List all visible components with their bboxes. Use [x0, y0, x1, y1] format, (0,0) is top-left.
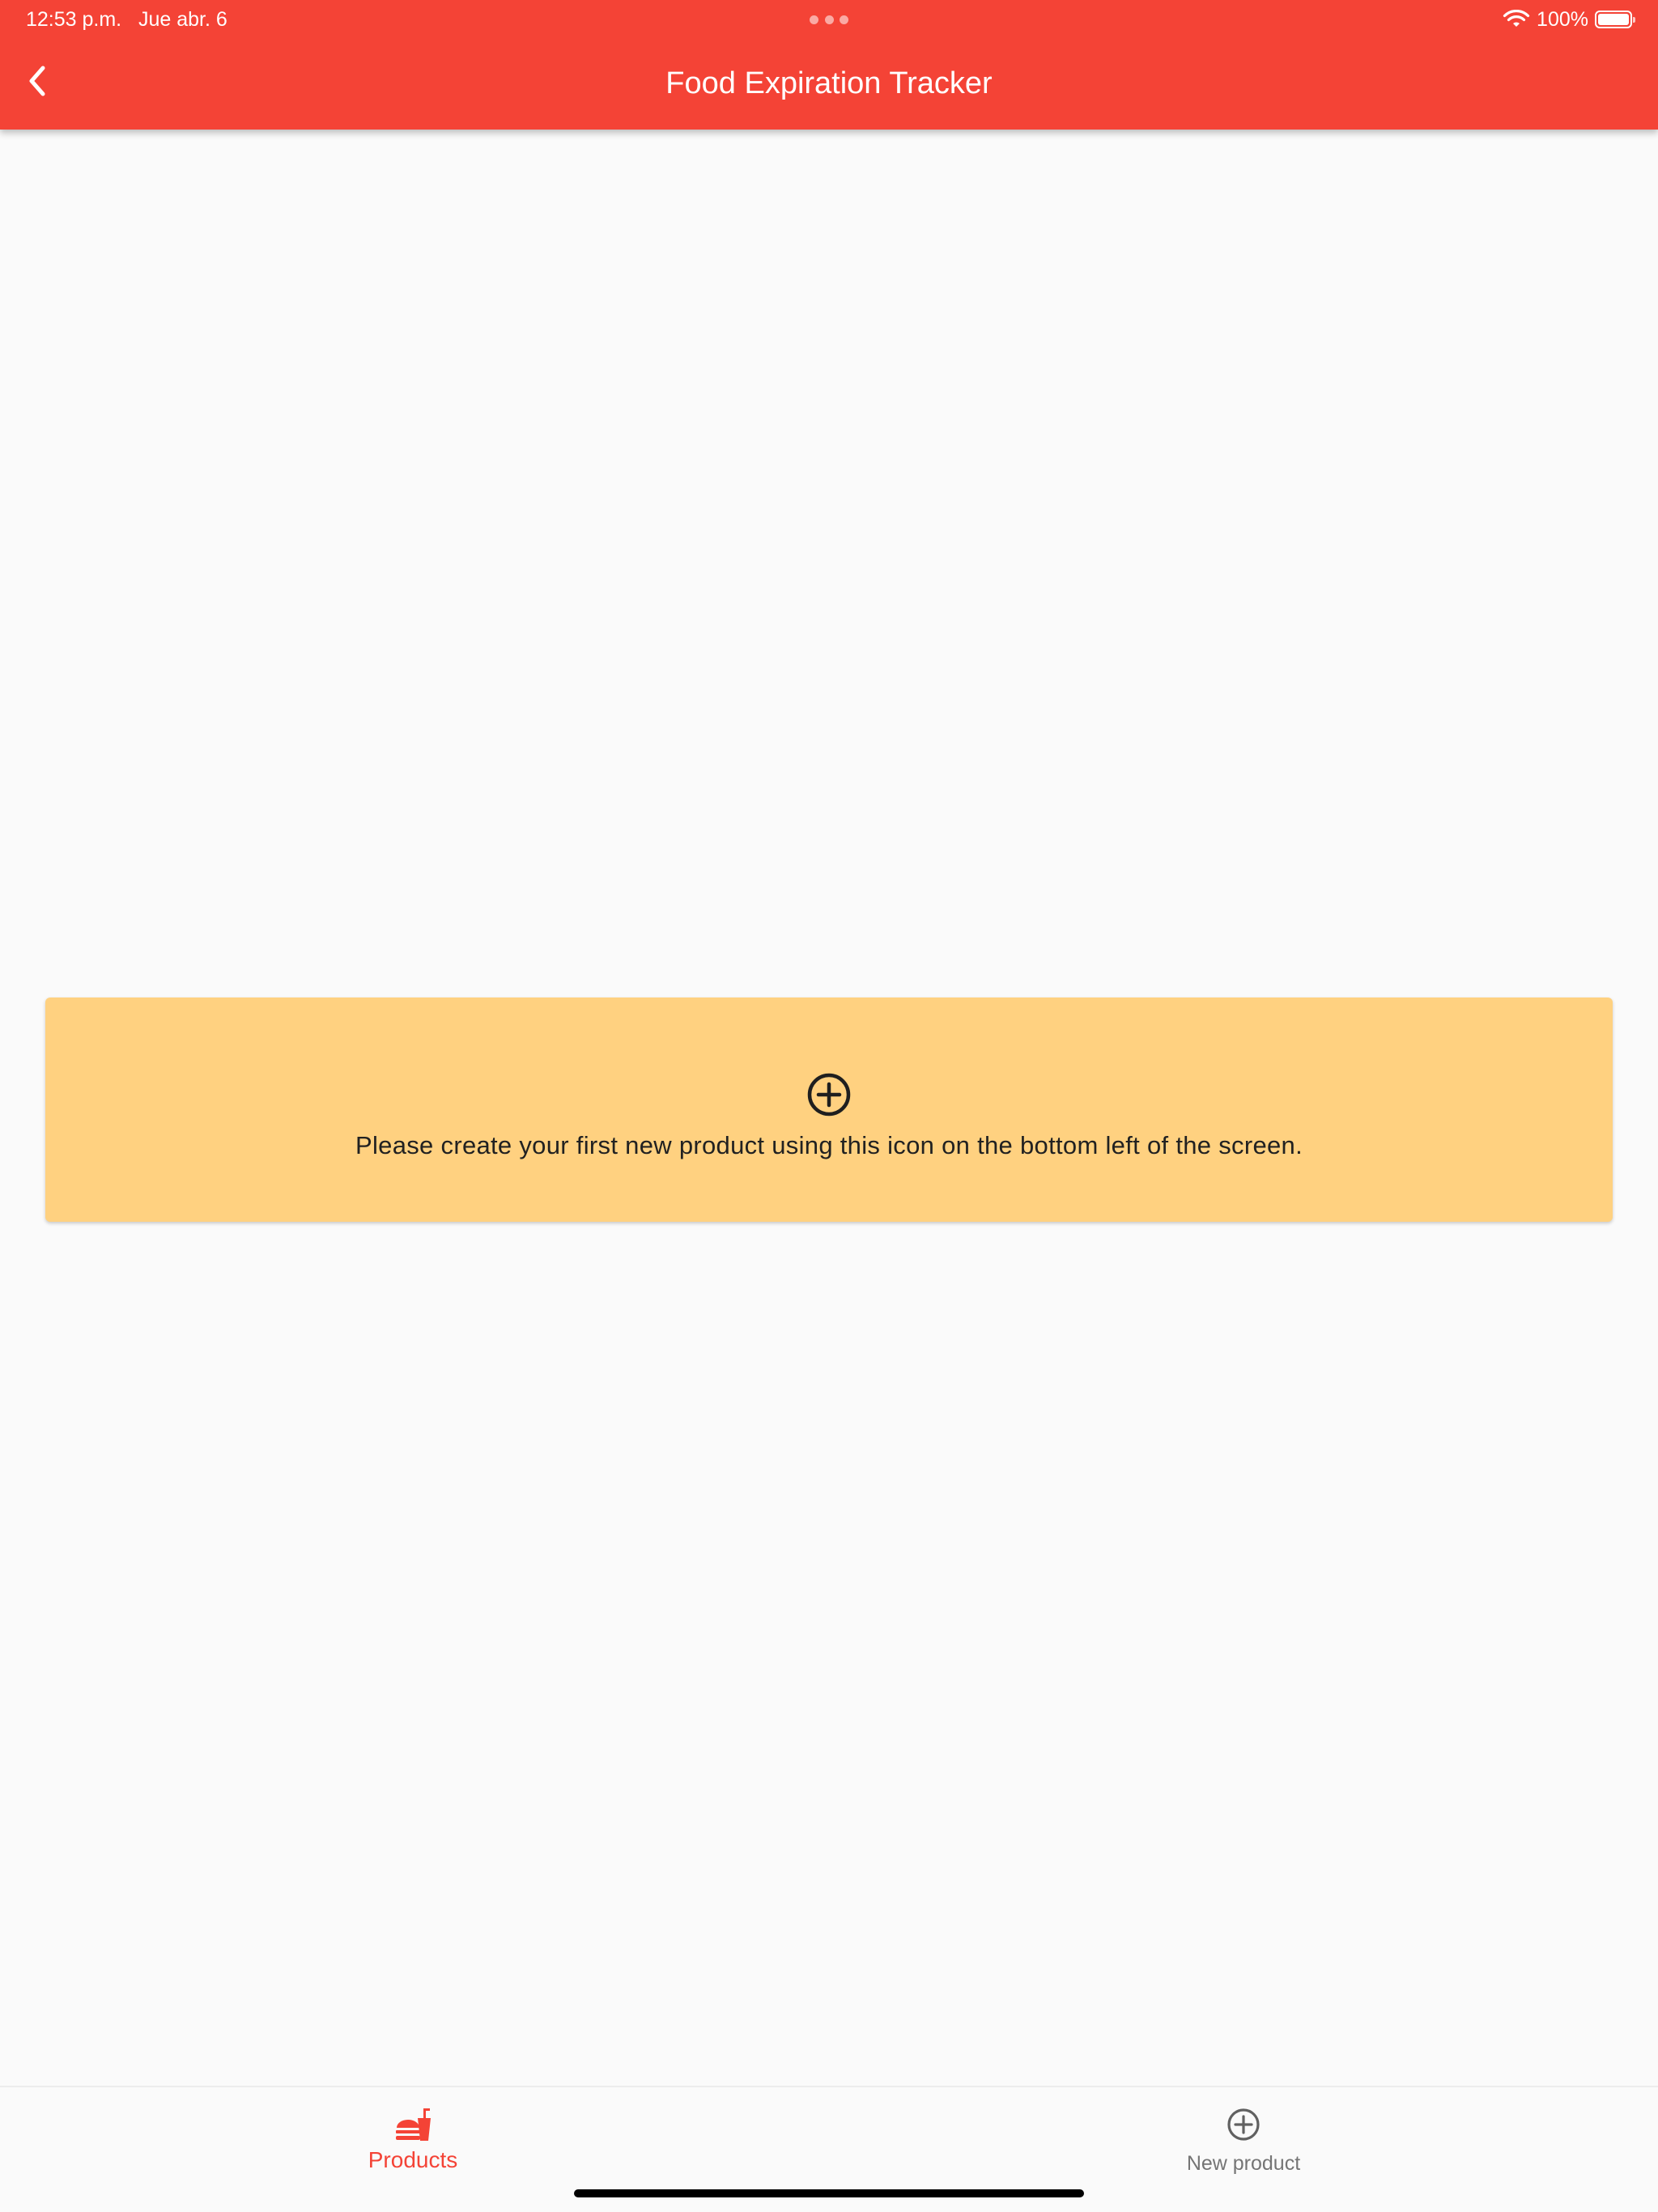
battery-percentage: 100% [1537, 7, 1588, 31]
empty-state-card: Please create your first new product usi… [45, 998, 1613, 1222]
add-circle-icon [1227, 2108, 1260, 2141]
wifi-icon [1503, 10, 1530, 27]
status-indicators: 100% [1503, 5, 1635, 34]
multitasking-dots-icon[interactable] [810, 11, 848, 28]
status-time: 12:53 p.m. Jue abr. 6 [26, 8, 227, 31]
app-bar: 12:53 p.m. Jue abr. 6 100% Food Expirati… [0, 0, 1658, 130]
page-title: Food Expiration Tracker [665, 66, 993, 100]
fastfood-icon [396, 2108, 431, 2141]
nav-label-new-product: New product [1186, 2152, 1301, 2175]
app-screen: 12:53 p.m. Jue abr. 6 100% Food Expirati… [0, 0, 1658, 2212]
battery-icon [1595, 11, 1635, 28]
nav-item-new-product[interactable]: New product [1082, 2095, 1405, 2184]
empty-state-message: Please create your first new product usi… [355, 1131, 1303, 1159]
nav-label-products: Products [368, 2147, 458, 2172]
add-circle-icon [807, 1073, 851, 1117]
home-indicator[interactable] [574, 2189, 1084, 2197]
nav-item-products[interactable]: Products [251, 2095, 575, 2184]
